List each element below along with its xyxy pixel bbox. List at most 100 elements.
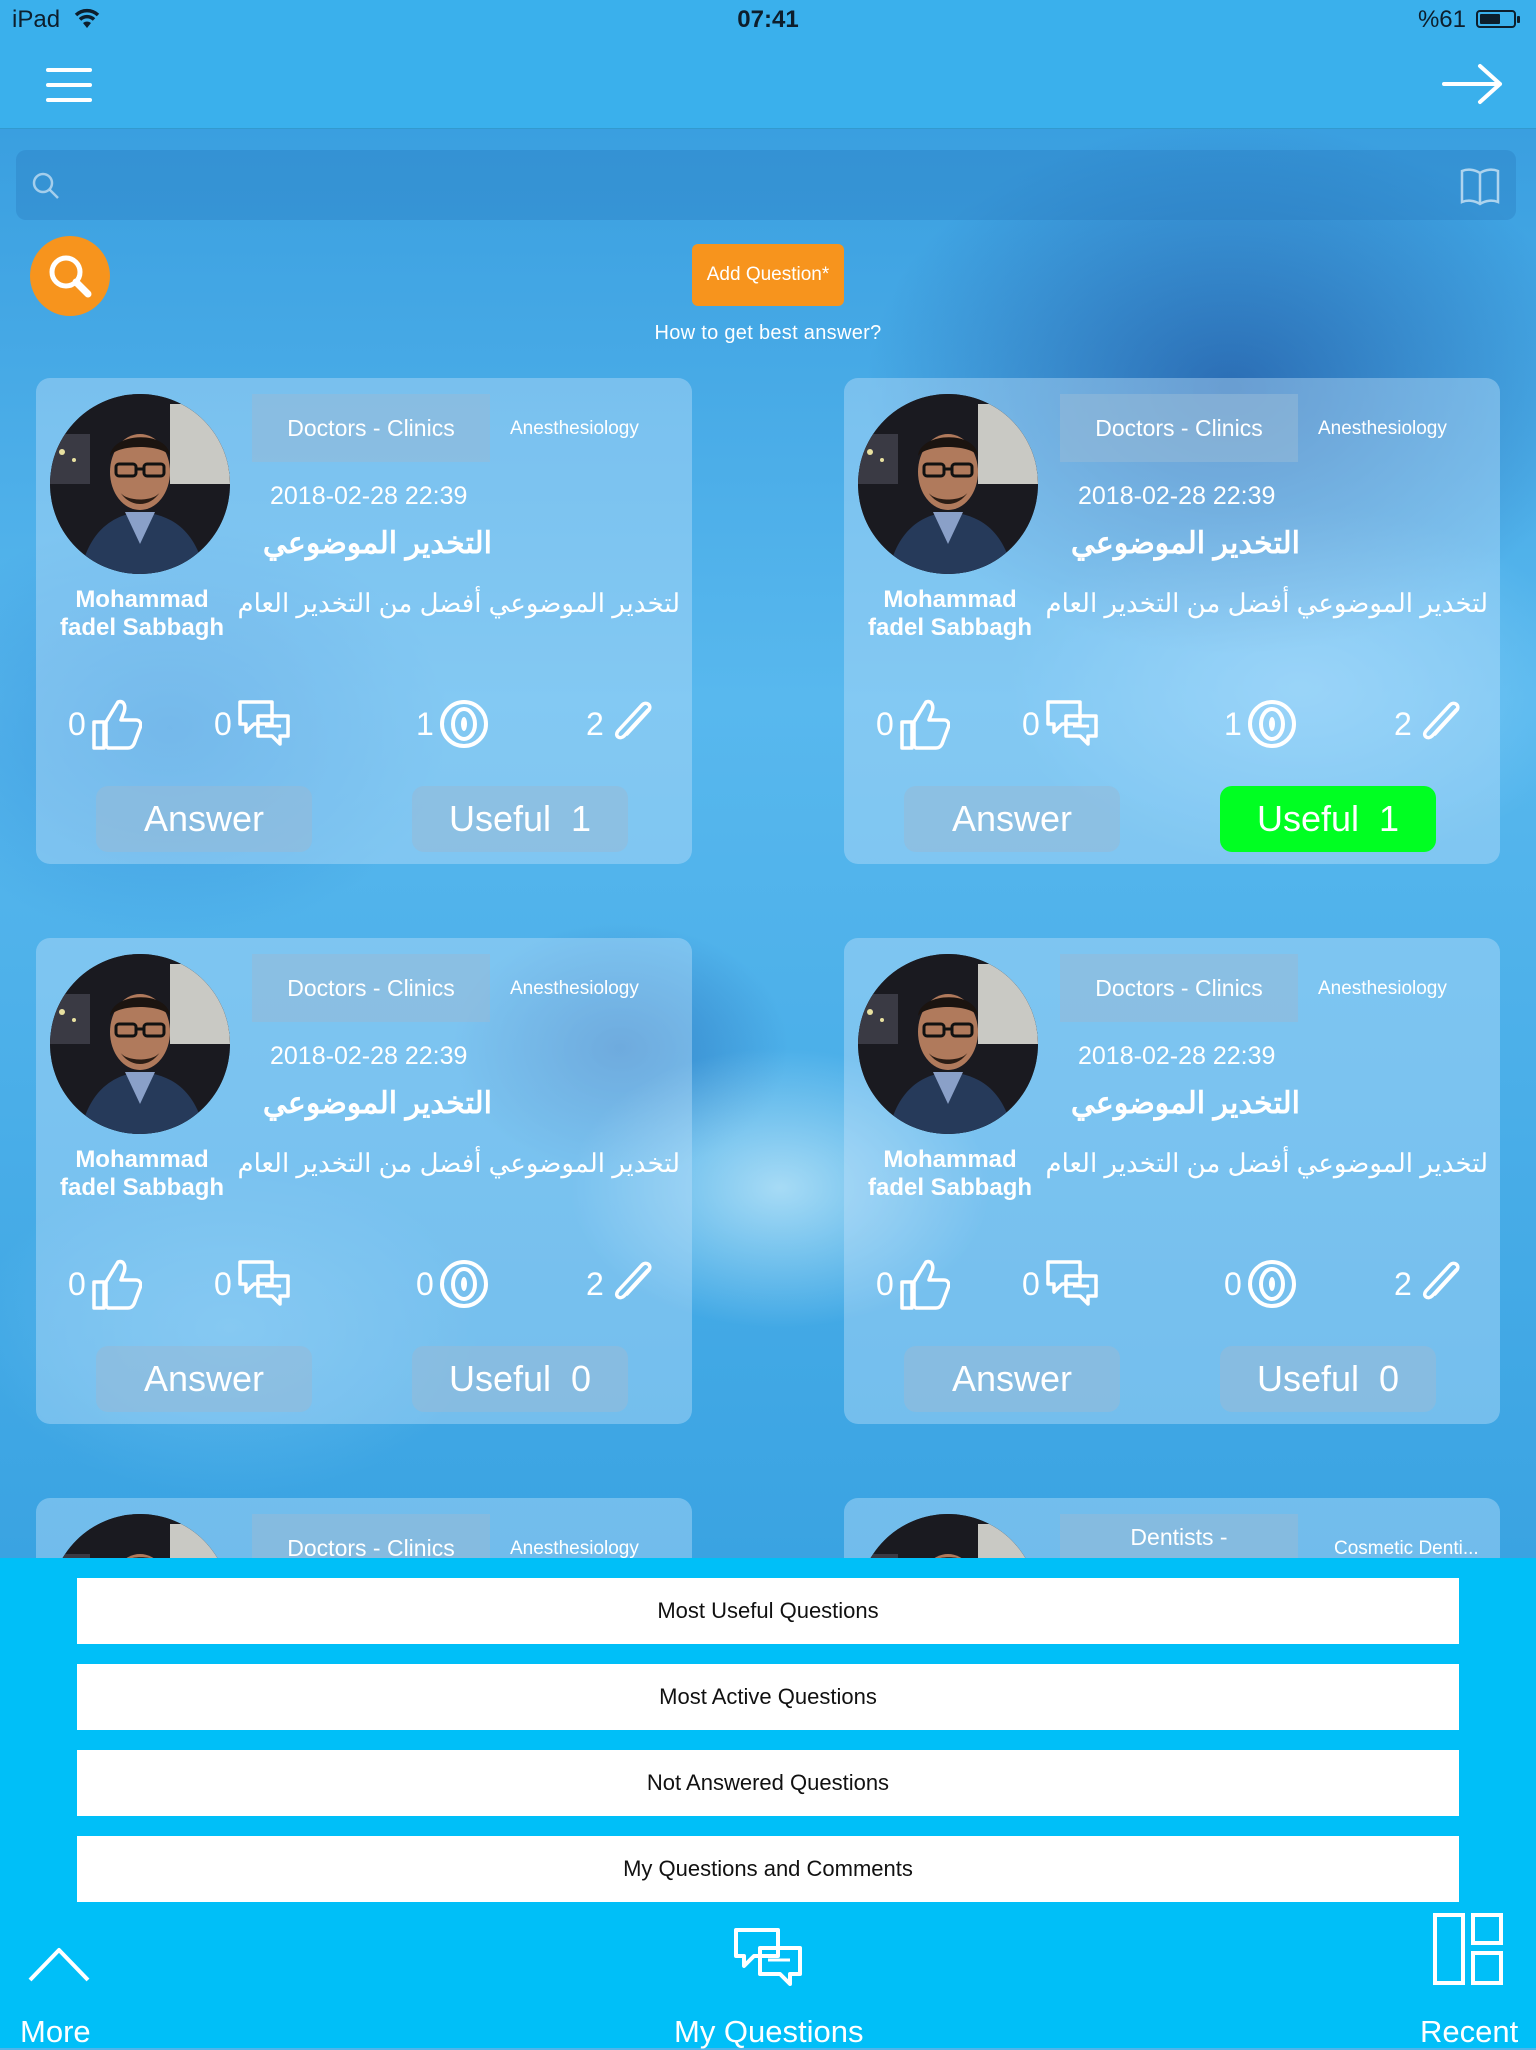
question-body: لتخدير الموضوعي أفضل من التخدير العام [1045, 1148, 1488, 1178]
question-card[interactable]: Mohammad fadel Sabbagh Doctors - Clinics … [844, 378, 1500, 864]
comments-count: 0 [214, 705, 232, 742]
question-date: 2018-02-28 22:39 [1078, 1042, 1276, 1070]
hamburger-menu-icon[interactable] [46, 68, 92, 102]
views-count: 0 [416, 1265, 434, 1302]
search-bar[interactable] [16, 150, 1516, 220]
useful-button[interactable]: Useful 1 [412, 786, 628, 852]
question-card[interactable]: Mohammad fadel Sabbagh Doctors - Clinics … [844, 938, 1500, 1424]
question-card[interactable]: Dentists - Cosmetic Denti... [844, 1498, 1500, 1558]
views-stat: 1 [1224, 696, 1298, 752]
comments-count: 0 [1022, 1265, 1040, 1302]
battery-icon [1476, 10, 1520, 28]
comments-stat[interactable]: 0 [1022, 1256, 1100, 1312]
comments-stat[interactable]: 0 [214, 696, 292, 752]
question-date: 2018-02-28 22:39 [270, 482, 468, 510]
thumbs-up-icon [900, 1259, 950, 1310]
attachments-stat[interactable]: 2 [1394, 696, 1464, 752]
author-name: Mohammad fadel Sabbagh [867, 1146, 1033, 1201]
thumbs-up-icon [92, 1259, 142, 1310]
likes-stat[interactable]: 0 [68, 1256, 142, 1312]
likes-count: 0 [68, 1265, 86, 1302]
status-bar: iPad 07:41 %61 [0, 0, 1536, 40]
useful-button[interactable]: Useful 1 [1220, 786, 1436, 852]
answer-button[interactable]: Answer [96, 1346, 312, 1412]
useful-button[interactable]: Useful 0 [412, 1346, 628, 1412]
question-card[interactable]: Doctors - Clinics Anesthesiology [36, 1498, 692, 1558]
answer-button[interactable]: Answer [96, 786, 312, 852]
comments-icon [238, 700, 290, 746]
filter-my-questions-button[interactable]: My Questions and Comments [77, 1836, 1459, 1902]
author-name: Mohammad fadel Sabbagh [59, 1146, 225, 1201]
subcategory-label: Anesthesiology [510, 418, 639, 439]
question-title: التخدير الموضوعي [1070, 1087, 1300, 1120]
category-badge: Doctors - Clinics [252, 394, 490, 462]
category-badge: Doctors - Clinics [1060, 394, 1298, 462]
answer-button[interactable]: Answer [904, 1346, 1120, 1412]
likes-count: 0 [876, 1265, 894, 1302]
filter-most-active-button[interactable]: Most Active Questions [77, 1664, 1459, 1730]
useful-count: 0 [571, 1358, 592, 1399]
attachments-count: 2 [586, 1265, 604, 1302]
avatar[interactable] [858, 394, 1038, 574]
views-count: 0 [1224, 1265, 1242, 1302]
layout-grid-icon [1433, 1913, 1503, 1985]
how-to-get-best-answer-link[interactable]: How to get best answer? [568, 322, 968, 345]
attachments-stat[interactable]: 2 [586, 1256, 656, 1312]
avatar[interactable] [50, 954, 230, 1134]
nav-bar [0, 40, 1536, 129]
attachments-count: 2 [1394, 705, 1412, 742]
comments-icon [1046, 700, 1098, 746]
eye-icon [439, 1260, 488, 1308]
useful-count: 1 [571, 798, 592, 839]
magnifier-icon [49, 255, 92, 298]
views-stat: 0 [1224, 1256, 1298, 1312]
tab-my-questions-label: My Questions [674, 2014, 864, 2049]
likes-stat[interactable]: 0 [876, 1256, 950, 1312]
tab-bar: More My Questions Recent [0, 1902, 1536, 2049]
question-body: لتخدير الموضوعي أفضل من التخدير العام [237, 588, 680, 618]
likes-stat[interactable]: 0 [876, 696, 950, 752]
question-title: التخدير الموضوعي [262, 527, 492, 560]
thumbs-up-icon [92, 699, 142, 750]
question-list[interactable]: Mohammad fadel Sabbagh Doctors - Clinics … [0, 370, 1536, 1558]
add-question-button[interactable]: Add Question* [692, 244, 844, 306]
question-body: لتخدير الموضوعي أفضل من التخدير العام [1045, 588, 1488, 618]
avatar[interactable] [858, 1514, 1038, 1558]
category-badge: Dentists - [1060, 1514, 1298, 1558]
search-button[interactable] [30, 236, 110, 316]
clock: 07:41 [737, 6, 799, 33]
filter-not-answered-button[interactable]: Not Answered Questions [77, 1750, 1459, 1816]
thumbs-up-icon [900, 699, 950, 750]
arrow-right-icon[interactable] [1440, 60, 1506, 108]
paperclip-icon [1422, 1261, 1460, 1300]
author-name: Mohammad fadel Sabbagh [59, 586, 225, 641]
useful-count: 0 [1379, 1358, 1400, 1399]
avatar[interactable] [858, 954, 1038, 1134]
comments-stat[interactable]: 0 [1022, 696, 1100, 752]
attachments-stat[interactable]: 2 [586, 696, 656, 752]
views-stat: 1 [416, 696, 490, 752]
question-card[interactable]: Mohammad fadel Sabbagh Doctors - Clinics … [36, 938, 692, 1424]
likes-count: 0 [68, 705, 86, 742]
avatar[interactable] [50, 394, 230, 574]
question-title: التخدير الموضوعي [262, 1087, 492, 1120]
book-icon[interactable] [1458, 164, 1502, 208]
category-badge: Doctors - Clinics [252, 954, 490, 1022]
answer-button[interactable]: Answer [904, 786, 1120, 852]
comments-stat[interactable]: 0 [214, 1256, 292, 1312]
avatar[interactable] [50, 1514, 230, 1558]
likes-count: 0 [876, 705, 894, 742]
attachments-count: 2 [586, 705, 604, 742]
tab-more-label: More [20, 2014, 91, 2049]
attachments-stat[interactable]: 2 [1394, 1256, 1464, 1312]
comments-icon [1046, 1260, 1098, 1306]
search-icon [30, 170, 62, 202]
likes-stat[interactable]: 0 [68, 696, 142, 752]
comments-icon [238, 1260, 290, 1306]
useful-button[interactable]: Useful 0 [1220, 1346, 1436, 1412]
question-card[interactable]: Mohammad fadel Sabbagh Doctors - Clinics … [36, 378, 692, 864]
question-body: لتخدير الموضوعي أفضل من التخدير العام [237, 1148, 680, 1178]
subcategory-label: Anesthesiology [1318, 418, 1447, 439]
filter-most-useful-button[interactable]: Most Useful Questions [77, 1578, 1459, 1644]
useful-count: 1 [1379, 798, 1400, 839]
